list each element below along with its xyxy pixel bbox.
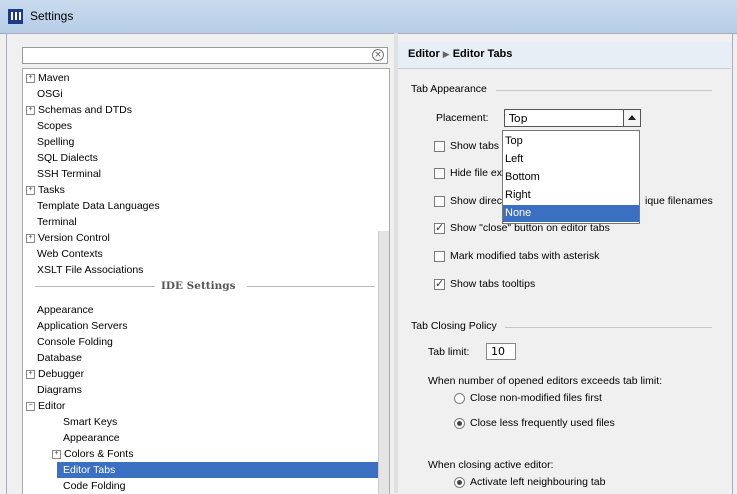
placement-dropdown-list: Top Left Bottom Right None (502, 130, 640, 224)
tree-item-smart-keys[interactable]: Smart Keys (63, 414, 117, 430)
mark-modified-checkbox[interactable] (434, 251, 445, 262)
tree-item-osgi[interactable]: OSGi (37, 86, 63, 102)
tree-item-version-control[interactable]: + Version Control (26, 230, 110, 246)
placement-label: Placement: (436, 112, 489, 124)
settings-page-header: Editor ▶ Editor Tabs (398, 42, 731, 69)
close-non-modified-radio[interactable] (454, 393, 465, 404)
tab-closing-group-label: Tab Closing Policy (411, 320, 497, 332)
show-close-button-checkbox[interactable] (434, 221, 445, 234)
tree-item-terminal[interactable]: Terminal (37, 214, 77, 230)
hide-file-extension-label: Hide file ex (450, 167, 502, 179)
tree-item-schemas[interactable]: + Schemas and DTDs (26, 102, 132, 118)
expand-icon[interactable]: + (52, 449, 61, 459)
collapse-icon[interactable]: − (26, 401, 35, 411)
hide-file-extension-checkbox[interactable] (434, 168, 445, 179)
expand-icon[interactable]: + (26, 369, 35, 379)
placement-option-top[interactable]: Top (503, 133, 639, 150)
tree-item-code-folding[interactable]: Code Folding (63, 478, 125, 494)
show-tooltips-label: Show tabs tooltips (450, 278, 536, 290)
close-non-modified-label: Close non-modified files first (470, 392, 602, 404)
tree-item-maven[interactable]: + Maven (26, 70, 70, 86)
tree-item-tasks[interactable]: + Tasks (26, 182, 65, 198)
ide-settings-separator: IDE Settings (35, 280, 375, 292)
window-title: Settings (30, 9, 74, 23)
tree-vertical-scrollbar[interactable] (378, 231, 389, 494)
ide-settings-label: IDE Settings (161, 280, 236, 292)
settings-search-input[interactable]: × (22, 47, 388, 64)
show-tabs-single-row-checkbox[interactable] (434, 141, 445, 152)
tree-item-template-data-languages[interactable]: Template Data Languages (37, 198, 160, 214)
title-bar: Settings (0, 0, 737, 34)
tree-item-diagrams[interactable]: Diagrams (37, 382, 82, 398)
activate-left-radio[interactable] (454, 477, 465, 488)
expand-icon[interactable]: + (26, 185, 35, 195)
expand-icon[interactable]: + (26, 233, 35, 243)
activate-left-label: Activate left neighbouring tab (470, 476, 606, 488)
expand-icon[interactable]: + (26, 73, 35, 83)
tree-item-database[interactable]: Database (37, 350, 82, 366)
placement-option-left[interactable]: Left (503, 151, 639, 168)
breadcrumb: Editor ▶ Editor Tabs (408, 48, 513, 60)
placement-option-right[interactable]: Right (503, 187, 639, 204)
expand-icon[interactable]: + (26, 105, 35, 115)
placement-option-none[interactable]: None (503, 205, 639, 222)
tab-appearance-group-label: Tab Appearance (411, 83, 487, 95)
tab-limit-label: Tab limit: (428, 346, 470, 358)
intellij-app-icon (8, 9, 23, 24)
tree-item-editor[interactable]: − Editor (26, 398, 65, 414)
show-directory-label: Show direc (450, 195, 502, 207)
exceeds-limit-label: When number of opened editors exceeds ta… (428, 375, 663, 387)
tree-item-ssh-terminal[interactable]: SSH Terminal (37, 166, 101, 182)
breadcrumb-arrow-icon: ▶ (442, 49, 450, 59)
tree-item-xslt-file-associations[interactable]: XSLT File Associations (37, 262, 143, 278)
placement-option-bottom[interactable]: Bottom (503, 169, 639, 186)
tree-item-application-servers[interactable]: Application Servers (37, 318, 127, 334)
tree-item-debugger[interactable]: + Debugger (26, 366, 84, 382)
show-tooltips-checkbox[interactable] (434, 277, 445, 290)
show-tabs-single-row-label: Show tabs (450, 140, 500, 152)
placement-dropdown-arrow-icon[interactable] (623, 109, 641, 127)
tree-item-console-folding[interactable]: Console Folding (37, 334, 113, 350)
placement-select[interactable]: Top (504, 109, 626, 127)
tree-item-colors-fonts[interactable]: + Colors & Fonts (52, 446, 133, 462)
show-directory-checkbox[interactable] (434, 196, 445, 207)
close-less-frequent-radio[interactable] (454, 418, 465, 429)
settings-tree: + Maven OSGi + Schemas and DTDs Scopes Spe… (22, 68, 390, 494)
tree-item-editor-tabs[interactable]: Editor Tabs (57, 462, 381, 478)
tree-item-web-contexts[interactable]: Web Contexts (37, 246, 103, 262)
tree-item-sql-dialects[interactable]: SQL Dialects (37, 150, 98, 166)
tab-limit-input[interactable]: 10 (486, 343, 516, 360)
closing-active-label: When closing active editor: (428, 459, 554, 471)
clear-search-icon[interactable]: × (372, 49, 384, 61)
tree-item-editor-appearance[interactable]: Appearance (63, 430, 120, 446)
close-less-frequent-label: Close less frequently used files (470, 417, 615, 429)
tree-item-scopes[interactable]: Scopes (37, 118, 72, 134)
tree-item-appearance[interactable]: Appearance (37, 302, 94, 318)
show-directory-label-tail: ique filenames (645, 195, 713, 207)
mark-modified-label: Mark modified tabs with asterisk (450, 250, 600, 262)
tree-item-spelling[interactable]: Spelling (37, 134, 74, 150)
